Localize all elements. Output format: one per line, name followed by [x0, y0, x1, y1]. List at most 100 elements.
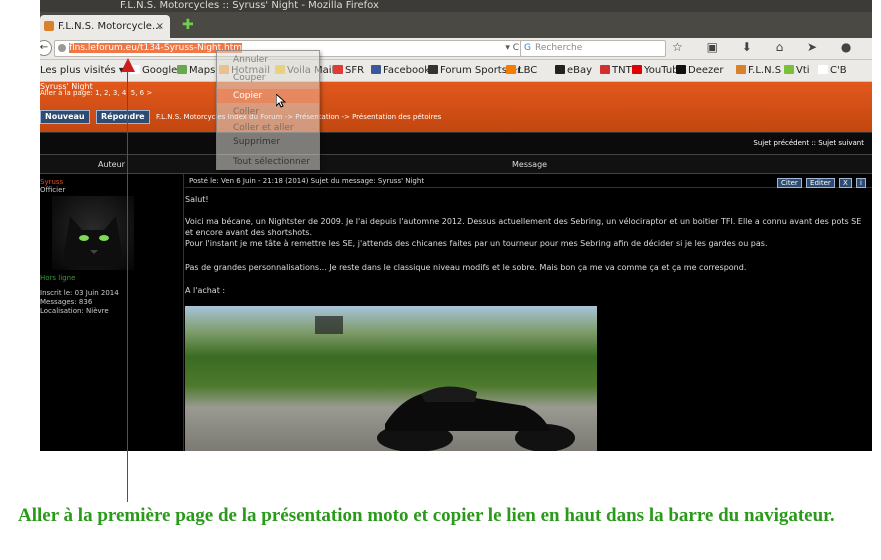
- bookmark-icon: [555, 65, 565, 74]
- bookmark-item[interactable]: Facebook: [371, 60, 430, 81]
- browser-tab[interactable]: F.L.N.S. Motorcycle... ×: [40, 15, 170, 38]
- bookmark-icon: [506, 65, 516, 74]
- bookmark-icon: [371, 65, 381, 74]
- arrow-line: [127, 66, 128, 502]
- bookmark-item[interactable]: TNT: [600, 60, 632, 81]
- search-input[interactable]: G Recherche: [520, 40, 666, 57]
- bookmark-icon: [676, 65, 686, 74]
- context-menu-item[interactable]: Tout sélectionner: [217, 155, 319, 169]
- tutorial-page: F.L.N.S. Motorcycles :: Syruss' Night - …: [0, 0, 881, 560]
- avatar: [52, 196, 134, 270]
- delete-button[interactable]: X: [839, 178, 852, 188]
- bookmark-item[interactable]: Maps: [177, 60, 216, 81]
- bookmark-label: Deezer: [688, 65, 724, 76]
- tab-label: F.L.N.S. Motorcycle...: [58, 21, 162, 32]
- topic-nav-links[interactable]: Sujet précédent :: Sujet suivant: [753, 139, 864, 147]
- col-author: Auteur: [98, 160, 125, 169]
- forum-page: Syruss' Night Aller à la page: 1, 2, 3, …: [40, 82, 872, 451]
- bookmark-label: Facebook: [383, 65, 430, 76]
- user-status: Hors ligne: [40, 274, 76, 282]
- bookmark-icon: [333, 65, 343, 74]
- bookmark-label: TNT: [612, 65, 632, 76]
- post-header: Posté le: Ven 6 Juin - 21:18 (2014) Suje…: [185, 174, 872, 188]
- context-menu-item[interactable]: Couper: [217, 71, 319, 85]
- user-joined: Inscrit le: 03 Juin 2014: [40, 289, 119, 297]
- tab-strip: F.L.N.S. Motorcycle... × ✚: [40, 12, 872, 38]
- bookmark-item[interactable]: LBC: [506, 60, 538, 81]
- author-column: Syruss Officier Hors ligne Inscrit le: 0…: [40, 174, 184, 451]
- post-buttons: Citer Editer X i: [775, 176, 866, 190]
- context-menu-item[interactable]: Supprimer: [217, 135, 319, 149]
- bookmark-icon: [177, 65, 187, 74]
- pagination[interactable]: Aller à la page: 1, 2, 3, 4, 5, 6 >: [40, 89, 152, 97]
- new-topic-button[interactable]: Nouveau: [40, 110, 90, 124]
- motorcycle-icon: [315, 316, 575, 451]
- bookmark-item[interactable]: F.L.N.S: [736, 60, 782, 81]
- user-messages: Messages: 836: [40, 298, 93, 306]
- bookmark-item[interactable]: Deezer: [676, 60, 724, 81]
- user-info: Inscrit le: 03 Juin 2014 Messages: 836 L…: [40, 289, 119, 316]
- bookmark-item[interactable]: C'B: [818, 60, 847, 81]
- bookmark-icon: [736, 65, 746, 74]
- message-column: Posté le: Ven 6 Juin - 21:18 (2014) Suje…: [185, 174, 872, 451]
- motorcycle-photo: [185, 306, 597, 451]
- bookmark-label: eBay: [567, 65, 593, 76]
- nav-bar: ← flns.leforum.eu/t134-Syruss-Night.htm …: [40, 38, 872, 60]
- context-menu-item[interactable]: Copier: [217, 89, 319, 103]
- bookmark-label: F.L.N.S: [748, 65, 782, 76]
- bookmark-item[interactable]: Google: [130, 60, 178, 81]
- window-title: F.L.N.S. Motorcycles :: Syruss' Night - …: [120, 0, 379, 11]
- toolbar-icons[interactable]: ☆ ▣ ⬇ ⌂ ➤ ● ▾ ☻ ≡: [672, 40, 872, 54]
- bookmark-icon: [600, 65, 610, 74]
- window-titlebar: F.L.N.S. Motorcycles :: Syruss' Night - …: [40, 0, 872, 12]
- favicon-icon: [44, 21, 54, 31]
- arrow-head-icon: [121, 58, 135, 72]
- context-menu: Annuler Couper Copier Coller Coller et aller…: [216, 50, 320, 170]
- user-location: Localisation: Nièvre: [40, 307, 109, 315]
- bookmark-item[interactable]: eBay: [555, 60, 593, 81]
- quote-button[interactable]: Citer: [777, 178, 802, 188]
- table-header: Auteur Message: [40, 154, 872, 174]
- bookmark-item[interactable]: Les plus visités ▾: [40, 60, 124, 81]
- search-placeholder: Recherche: [535, 43, 583, 53]
- topic-nav: Sujet précédent :: Sujet suivant: [40, 132, 872, 154]
- reply-button[interactable]: Répondre: [96, 110, 150, 124]
- bookmarks-bar: Les plus visités ▾GoogleMapsHotmailVoila…: [40, 60, 872, 82]
- browser-screenshot: F.L.N.S. Motorcycles :: Syruss' Night - …: [40, 0, 872, 451]
- bookmark-label: SFR: [345, 65, 365, 76]
- reload-icon[interactable]: ▾ C: [505, 41, 519, 56]
- cat-avatar-icon: [62, 216, 124, 266]
- user-rank: Officier: [40, 186, 66, 194]
- forum-banner: Syruss' Night Aller à la page: 1, 2, 3, …: [40, 82, 872, 132]
- bookmark-item[interactable]: SFR: [333, 60, 365, 81]
- bookmark-label: Les plus visités ▾: [40, 65, 124, 76]
- site-identity-icon[interactable]: [58, 44, 66, 52]
- edit-button[interactable]: Editer: [806, 178, 835, 188]
- tutorial-caption: Aller à la première page de la présentat…: [18, 505, 835, 526]
- bookmark-label: LBC: [518, 65, 538, 76]
- bookmark-item[interactable]: Vti: [784, 60, 810, 81]
- new-tab-icon[interactable]: ✚: [182, 18, 194, 32]
- post-paragraph: Voici ma bécane, un Nightster de 2009. J…: [185, 217, 862, 237]
- context-menu-item[interactable]: Annuler: [217, 53, 319, 67]
- bookmark-label: C'B: [830, 65, 847, 76]
- username[interactable]: Syruss: [40, 178, 63, 186]
- bookmark-label: Vti: [796, 65, 810, 76]
- post-paragraph: Salut!: [185, 195, 209, 204]
- ip-button[interactable]: i: [856, 178, 866, 188]
- bookmark-icon: [632, 65, 642, 74]
- post-paragraph: Pas de grandes personnalisations... Je r…: [185, 263, 747, 272]
- post-meta: Posté le: Ven 6 Juin - 21:18 (2014) Suje…: [189, 177, 425, 185]
- bookmark-icon: [818, 65, 828, 74]
- bookmark-label: Maps: [189, 65, 216, 76]
- post-paragraph: Pour l'instant je me tâte à remettre les…: [185, 239, 768, 248]
- tab-close-icon[interactable]: ×: [156, 15, 164, 38]
- bookmark-label: Google: [142, 65, 178, 76]
- bookmark-icon: [428, 65, 438, 74]
- context-menu-item[interactable]: Coller et aller: [217, 121, 319, 135]
- back-button[interactable]: ←: [40, 40, 52, 56]
- bookmark-icon: [784, 65, 794, 74]
- col-message: Message: [512, 160, 548, 169]
- search-engine-icon[interactable]: G: [524, 41, 531, 56]
- context-menu-item[interactable]: Coller: [217, 105, 319, 119]
